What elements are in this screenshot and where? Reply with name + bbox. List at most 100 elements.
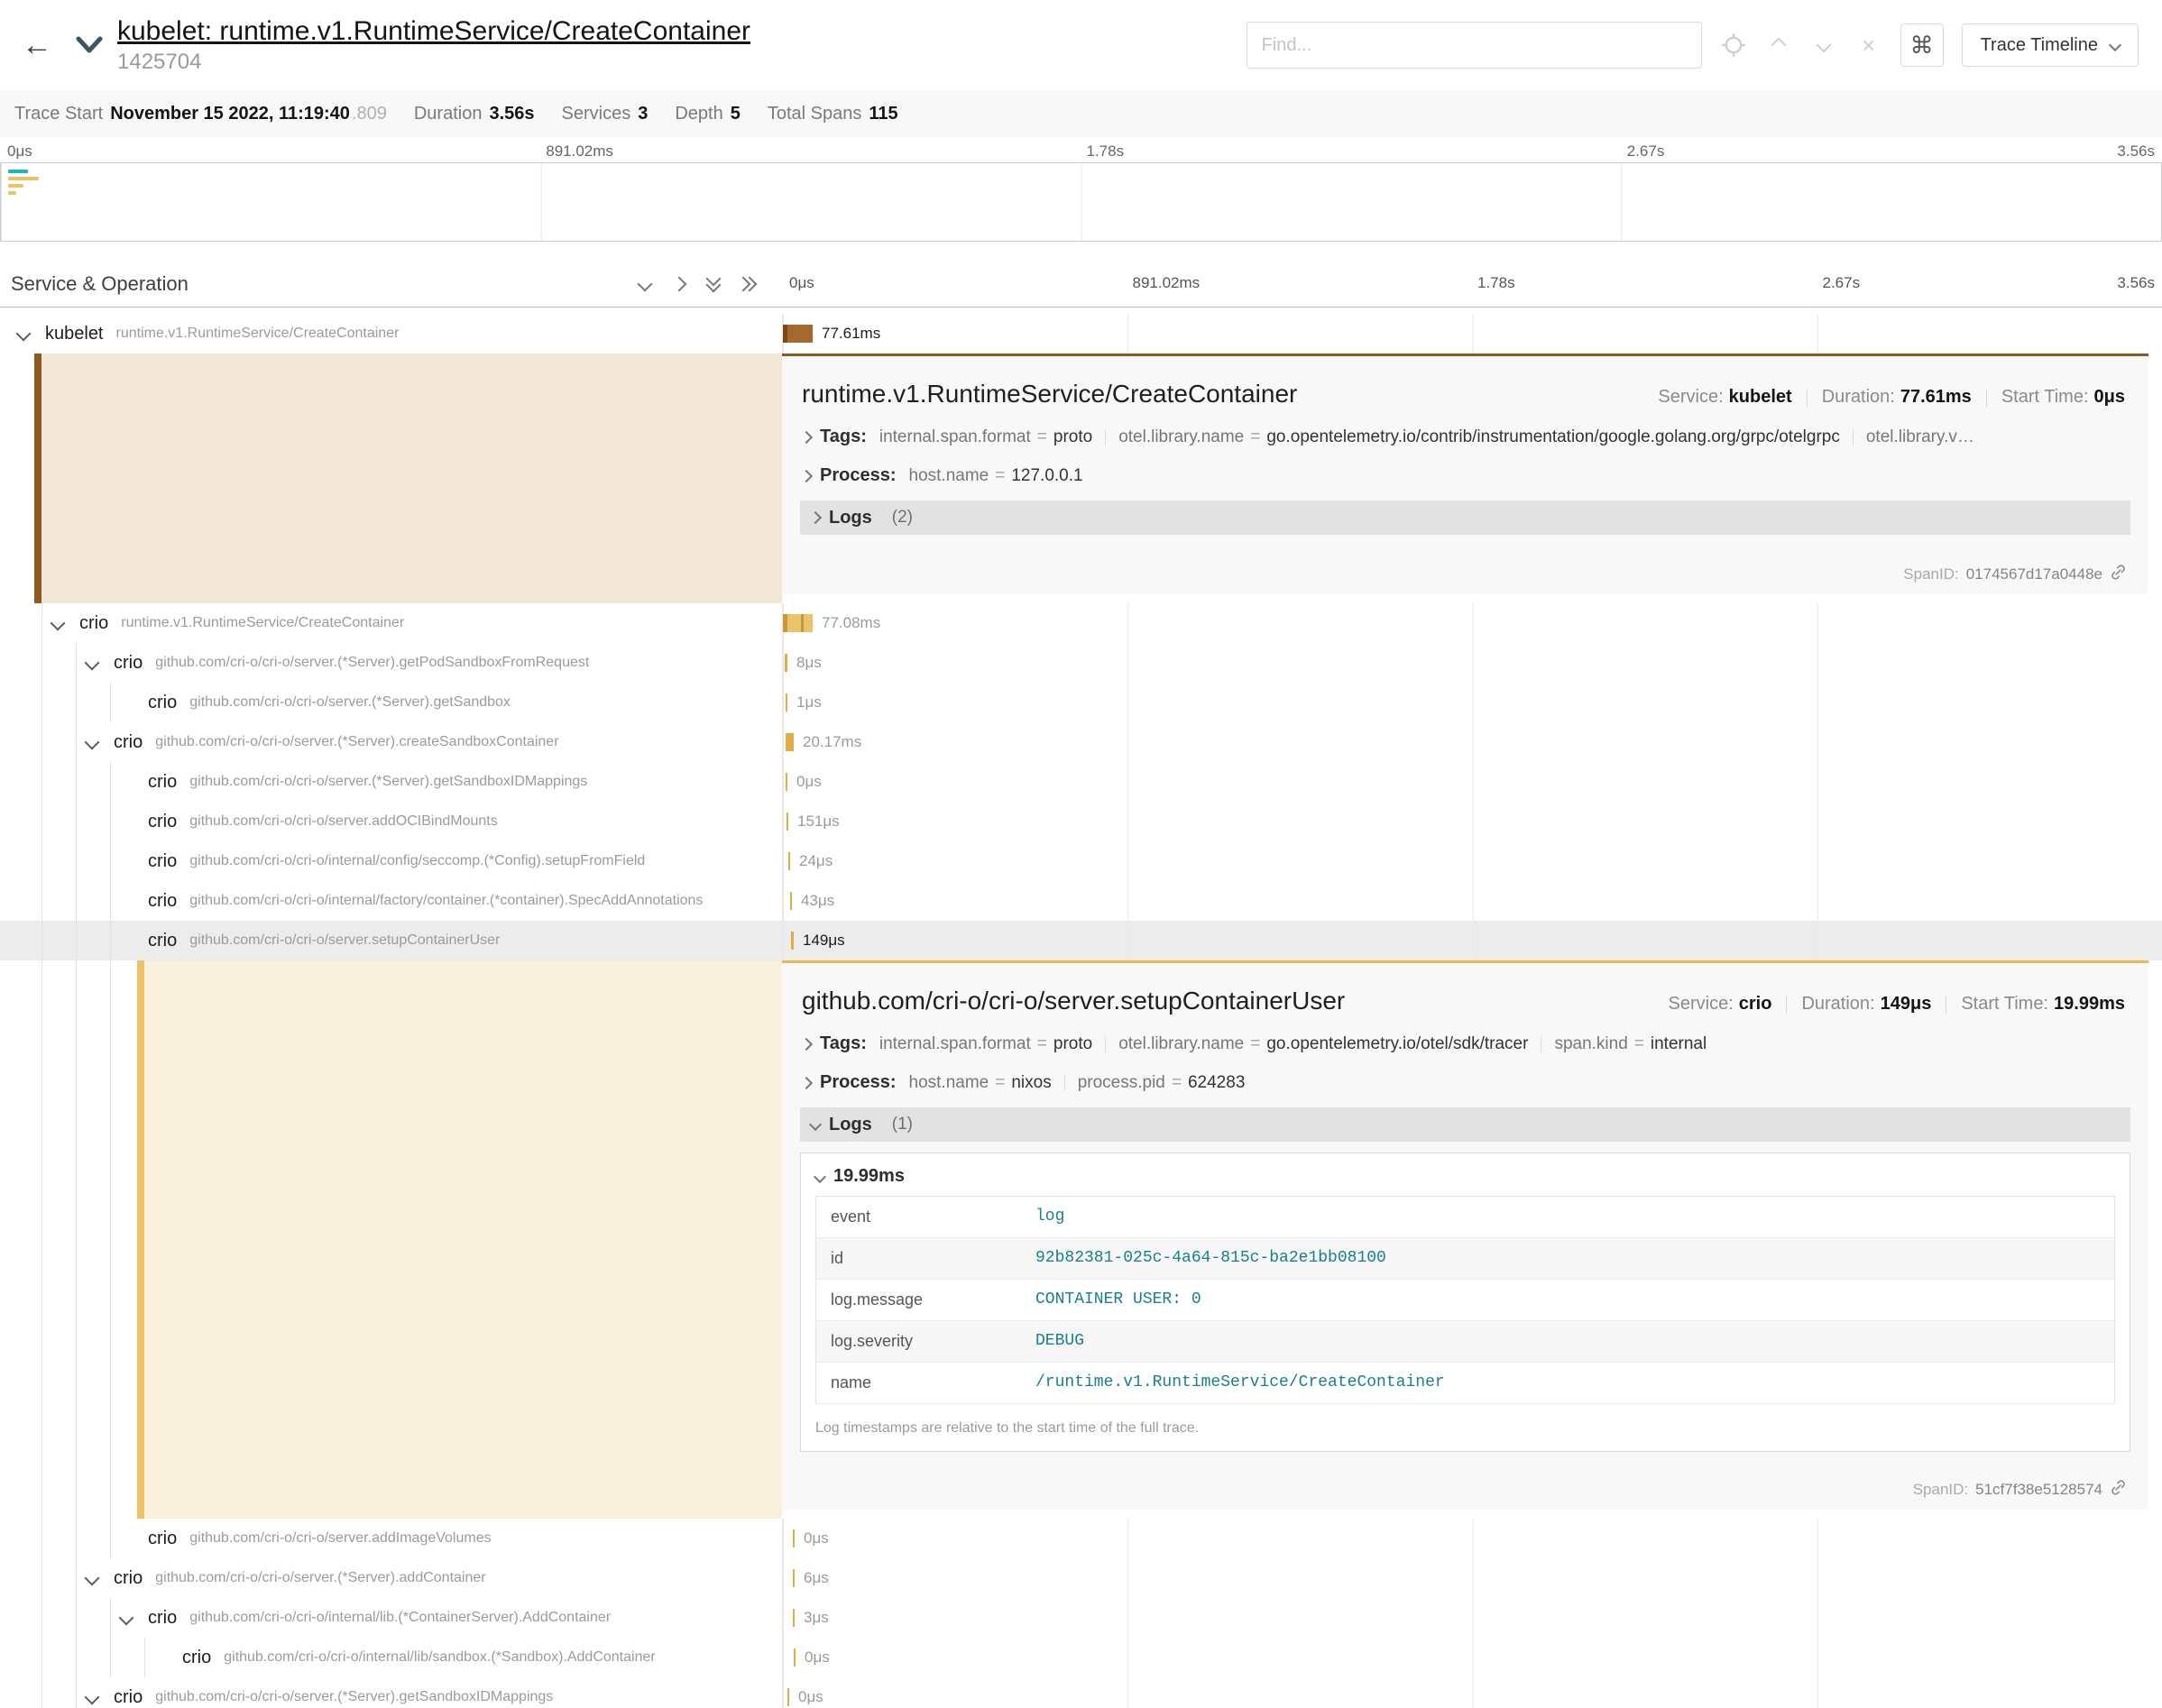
span-timeline-cell[interactable]: 24μs bbox=[782, 841, 2162, 881]
expand-one-icon[interactable] bbox=[672, 277, 687, 292]
span-bar[interactable] bbox=[790, 892, 792, 910]
span-timeline-cell[interactable]: 43μs bbox=[782, 881, 2162, 921]
collapse-chevron-icon[interactable] bbox=[83, 1691, 101, 1707]
span-row[interactable]: crio github.com/cri-o/cri-o/internal/lib… bbox=[0, 1598, 2162, 1638]
find-controls: × ⌘ Trace Timeline bbox=[1247, 22, 2139, 69]
span-bar[interactable] bbox=[783, 325, 813, 343]
trace-view-selector[interactable]: Trace Timeline bbox=[1962, 23, 2139, 67]
span-timeline-cell[interactable]: 1μs bbox=[782, 683, 2162, 722]
logs-accordion[interactable]: Logs (2) bbox=[800, 500, 2130, 535]
collapse-chevron-icon[interactable] bbox=[49, 617, 67, 633]
process-accordion[interactable]: Process: host.name=nixos process.pid=624… bbox=[782, 1063, 2148, 1102]
tree-guides bbox=[41, 1558, 77, 1598]
log-field-value: /runtime.v1.RuntimeService/CreateContain… bbox=[1021, 1363, 2115, 1404]
span-row[interactable]: crio github.com/cri-o/cri-o/server.(*Ser… bbox=[0, 722, 2162, 762]
span-bar[interactable] bbox=[793, 1609, 795, 1627]
copy-link-icon[interactable] bbox=[2110, 564, 2127, 585]
span-timeline-cell[interactable]: 77.08ms bbox=[782, 603, 2162, 643]
span-row[interactable]: crio runtime.v1.RuntimeService/CreateCon… bbox=[0, 603, 2162, 643]
span-bar[interactable] bbox=[786, 693, 787, 712]
span-name-cell[interactable]: crio github.com/cri-o/cri-o/server.addOC… bbox=[0, 802, 782, 841]
span-row[interactable]: crio github.com/cri-o/cri-o/server.addOC… bbox=[0, 802, 2162, 841]
span-timeline-cell[interactable]: 151μs bbox=[782, 802, 2162, 841]
span-name-cell[interactable]: crio github.com/cri-o/cri-o/internal/fac… bbox=[0, 881, 782, 921]
span-bar[interactable] bbox=[794, 1648, 796, 1667]
span-row[interactable]: crio github.com/cri-o/cri-o/server.addIm… bbox=[0, 1519, 2162, 1558]
prev-match-icon[interactable] bbox=[1765, 32, 1792, 59]
keyboard-shortcuts-button[interactable]: ⌘ bbox=[1900, 23, 1944, 67]
collapse-header-chevron-icon[interactable] bbox=[76, 36, 103, 54]
collapse-chevron-icon[interactable] bbox=[83, 1572, 101, 1588]
span-timeline-cell[interactable]: 149μs bbox=[782, 921, 2162, 960]
span-name-cell[interactable]: crio github.com/cri-o/cri-o/internal/lib… bbox=[0, 1638, 782, 1677]
span-bar[interactable] bbox=[791, 932, 794, 950]
span-name-cell[interactable]: crio github.com/cri-o/cri-o/internal/lib… bbox=[0, 1598, 782, 1638]
collapse-chevron-icon[interactable] bbox=[117, 1612, 135, 1628]
span-name-cell[interactable]: crio github.com/cri-o/cri-o/server.(*Ser… bbox=[0, 683, 782, 722]
span-name-cell[interactable]: crio github.com/cri-o/cri-o/server.(*Ser… bbox=[0, 722, 782, 762]
collapse-all-icon[interactable] bbox=[708, 278, 719, 290]
span-row[interactable]: crio github.com/cri-o/cri-o/server.(*Ser… bbox=[0, 762, 2162, 802]
tags-accordion[interactable]: Tags: internal.span.format=proto otel.li… bbox=[782, 418, 2148, 456]
back-button[interactable]: ← bbox=[18, 30, 56, 60]
span-timeline-cell[interactable]: 20.17ms bbox=[782, 722, 2162, 762]
span-row[interactable]: kubelet runtime.v1.RuntimeService/Create… bbox=[0, 314, 2162, 354]
span-row[interactable]: crio github.com/cri-o/cri-o/server.(*Ser… bbox=[0, 1677, 2162, 1708]
minimap-span bbox=[8, 184, 23, 188]
clear-find-icon[interactable]: × bbox=[1855, 32, 1882, 59]
span-operation: github.com/cri-o/cri-o/server.addImageVo… bbox=[189, 1530, 491, 1547]
minimap-span bbox=[8, 177, 39, 180]
span-row[interactable]: crio github.com/cri-o/cri-o/internal/fac… bbox=[0, 881, 2162, 921]
span-row[interactable]: crio github.com/cri-o/cri-o/server.(*Ser… bbox=[0, 1558, 2162, 1598]
span-name-cell[interactable]: crio github.com/cri-o/cri-o/server.(*Ser… bbox=[0, 643, 782, 683]
span-bar[interactable] bbox=[783, 614, 813, 632]
logs-count: (2) bbox=[892, 508, 913, 528]
tags-accordion[interactable]: Tags: internal.span.format=proto otel.li… bbox=[782, 1024, 2148, 1063]
span-row[interactable]: crio github.com/cri-o/cri-o/server.setup… bbox=[0, 921, 2162, 960]
span-row[interactable]: crio github.com/cri-o/cri-o/server.(*Ser… bbox=[0, 683, 2162, 722]
span-bar[interactable] bbox=[787, 813, 788, 831]
collapse-chevron-icon[interactable] bbox=[83, 736, 101, 752]
span-timeline-cell[interactable]: 0μs bbox=[782, 1677, 2162, 1708]
span-name-cell[interactable]: crio github.com/cri-o/cri-o/server.(*Ser… bbox=[0, 762, 782, 802]
span-name-cell[interactable]: crio github.com/cri-o/cri-o/server.(*Ser… bbox=[0, 1677, 782, 1708]
span-timeline-cell[interactable]: 6μs bbox=[782, 1558, 2162, 1598]
collapse-chevron-icon[interactable] bbox=[83, 657, 101, 673]
span-name-cell[interactable]: crio github.com/cri-o/cri-o/server.(*Ser… bbox=[0, 1558, 782, 1598]
span-name-cell[interactable]: crio runtime.v1.RuntimeService/CreateCon… bbox=[0, 603, 782, 643]
span-bar[interactable] bbox=[786, 733, 794, 751]
span-bar[interactable] bbox=[787, 1688, 789, 1706]
copy-link-icon[interactable] bbox=[2110, 1479, 2127, 1501]
logs-count: (1) bbox=[892, 1115, 913, 1134]
span-timeline-cell[interactable]: 3μs bbox=[782, 1598, 2162, 1638]
focus-match-icon[interactable] bbox=[1720, 32, 1747, 59]
span-bar[interactable] bbox=[785, 654, 787, 672]
collapse-one-icon[interactable] bbox=[638, 277, 653, 292]
span-timeline-cell[interactable]: 0μs bbox=[782, 1519, 2162, 1558]
span-bar[interactable] bbox=[788, 852, 790, 870]
log-entry-toggle[interactable]: 19.99ms bbox=[801, 1153, 2130, 1196]
span-row[interactable]: crio github.com/cri-o/cri-o/internal/lib… bbox=[0, 1638, 2162, 1677]
span-name-cell[interactable]: crio github.com/cri-o/cri-o/server.addIm… bbox=[0, 1519, 782, 1558]
trace-title-link[interactable]: kubelet: runtime.v1.RuntimeService/Creat… bbox=[117, 16, 750, 46]
span-timeline-cell[interactable]: 0μs bbox=[782, 762, 2162, 802]
span-bar[interactable] bbox=[786, 773, 787, 791]
expand-all-icon[interactable] bbox=[742, 279, 755, 289]
span-bar[interactable] bbox=[793, 1529, 795, 1547]
span-timeline-cell[interactable]: 0μs bbox=[782, 1638, 2162, 1677]
span-bar[interactable] bbox=[793, 1569, 795, 1587]
span-name-cell[interactable]: crio github.com/cri-o/cri-o/internal/con… bbox=[0, 841, 782, 881]
timeline-minimap[interactable] bbox=[0, 162, 2162, 242]
span-row[interactable]: crio github.com/cri-o/cri-o/internal/con… bbox=[0, 841, 2162, 881]
next-match-icon[interactable] bbox=[1810, 32, 1837, 59]
span-timeline-cell[interactable]: 8μs bbox=[782, 643, 2162, 683]
process-accordion[interactable]: Process: host.name=127.0.0.1 bbox=[782, 456, 2148, 495]
span-row[interactable]: crio github.com/cri-o/cri-o/server.(*Ser… bbox=[0, 643, 2162, 683]
collapse-chevron-icon[interactable] bbox=[14, 327, 32, 344]
logs-accordion[interactable]: Logs (1) bbox=[800, 1107, 2130, 1142]
span-service: crio bbox=[148, 772, 177, 793]
find-input[interactable] bbox=[1247, 22, 1702, 69]
span-name-cell[interactable]: kubelet runtime.v1.RuntimeService/Create… bbox=[0, 314, 782, 354]
span-timeline-cell[interactable]: 77.61ms bbox=[782, 314, 2162, 354]
span-name-cell[interactable]: crio github.com/cri-o/cri-o/server.setup… bbox=[0, 921, 782, 960]
